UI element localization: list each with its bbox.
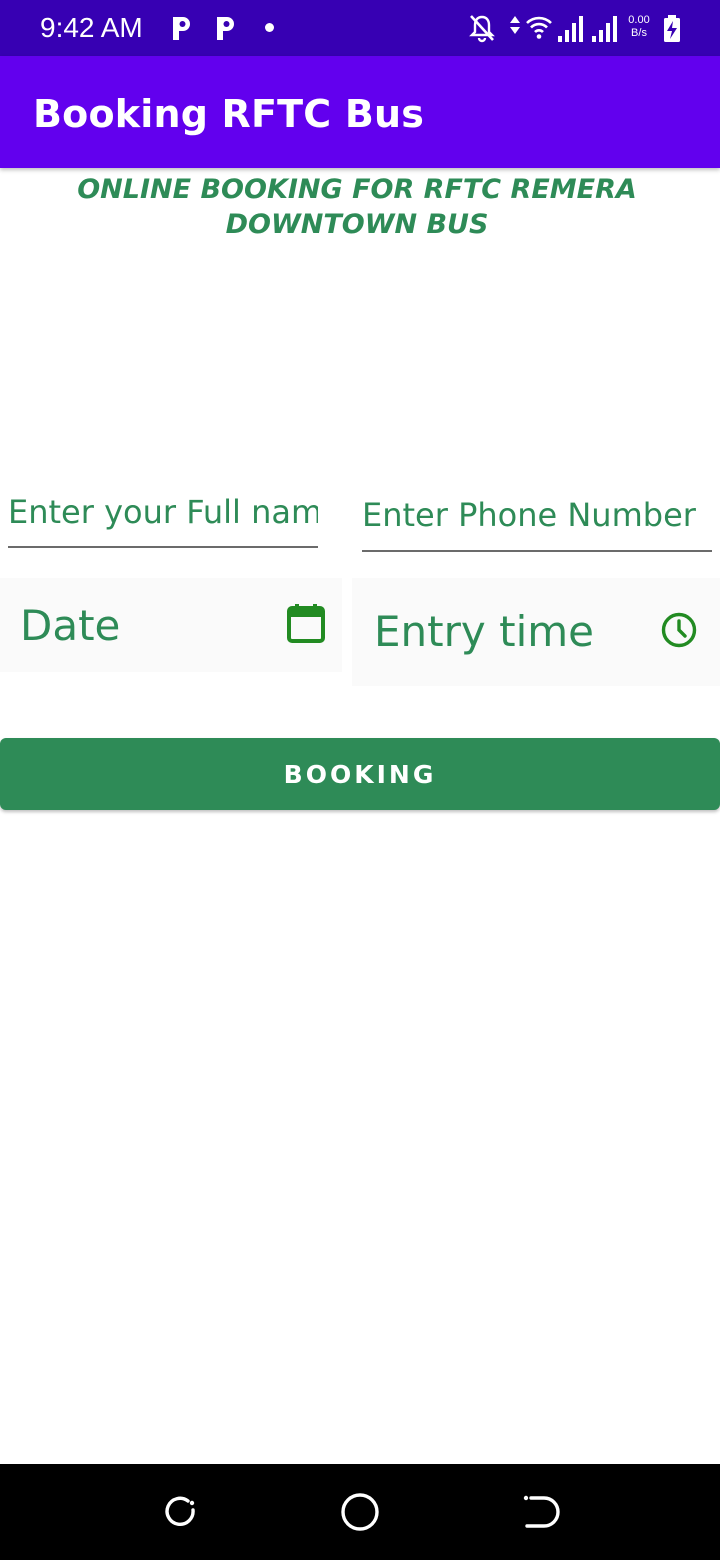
- home-icon[interactable]: [338, 1490, 382, 1534]
- navigation-bar: [0, 1464, 720, 1560]
- calendar-icon[interactable]: [286, 603, 326, 643]
- status-time: 9:42 AM: [40, 12, 143, 43]
- net-speed-unit: B/s: [631, 27, 647, 39]
- bell-off-icon: [469, 15, 495, 43]
- signal-icon: [558, 16, 583, 42]
- battery-charging-icon: [664, 15, 680, 42]
- notification-dot: [265, 23, 274, 32]
- full-name-input[interactable]: [8, 478, 318, 548]
- booking-button[interactable]: BOOKING: [0, 738, 720, 810]
- net-speed-indicator: 0.00 B/s: [624, 14, 654, 40]
- app-title: Booking RFTC Bus: [33, 92, 425, 136]
- app-bar: Booking RFTC Bus: [0, 56, 720, 168]
- parking-app-icon: [173, 17, 190, 40]
- net-speed-value: 0.00: [628, 14, 650, 26]
- date-picker-label: Date: [20, 601, 121, 650]
- back-icon[interactable]: [518, 1490, 562, 1534]
- phone-number-input[interactable]: [362, 480, 712, 552]
- status-bar: 9:42 AM 0.00 B/s: [0, 0, 720, 56]
- heading-line-2: DOWNTOWN BUS: [225, 209, 489, 240]
- page-heading: ONLINE BOOKING FOR RFTC REMERA DOWNTOWN …: [60, 172, 654, 242]
- wifi-icon: [526, 16, 552, 39]
- data-arrows-icon: [510, 16, 520, 34]
- time-picker[interactable]: Entry time: [352, 578, 720, 686]
- parking-app-icon: [217, 17, 234, 40]
- clock-icon[interactable]: [660, 611, 698, 649]
- signal-icon: [592, 16, 617, 42]
- time-picker-label: Entry time: [374, 607, 594, 656]
- recents-icon[interactable]: [158, 1490, 202, 1534]
- date-picker[interactable]: Date: [0, 578, 342, 672]
- heading-line-1: ONLINE BOOKING FOR RFTC REMERA: [77, 174, 637, 205]
